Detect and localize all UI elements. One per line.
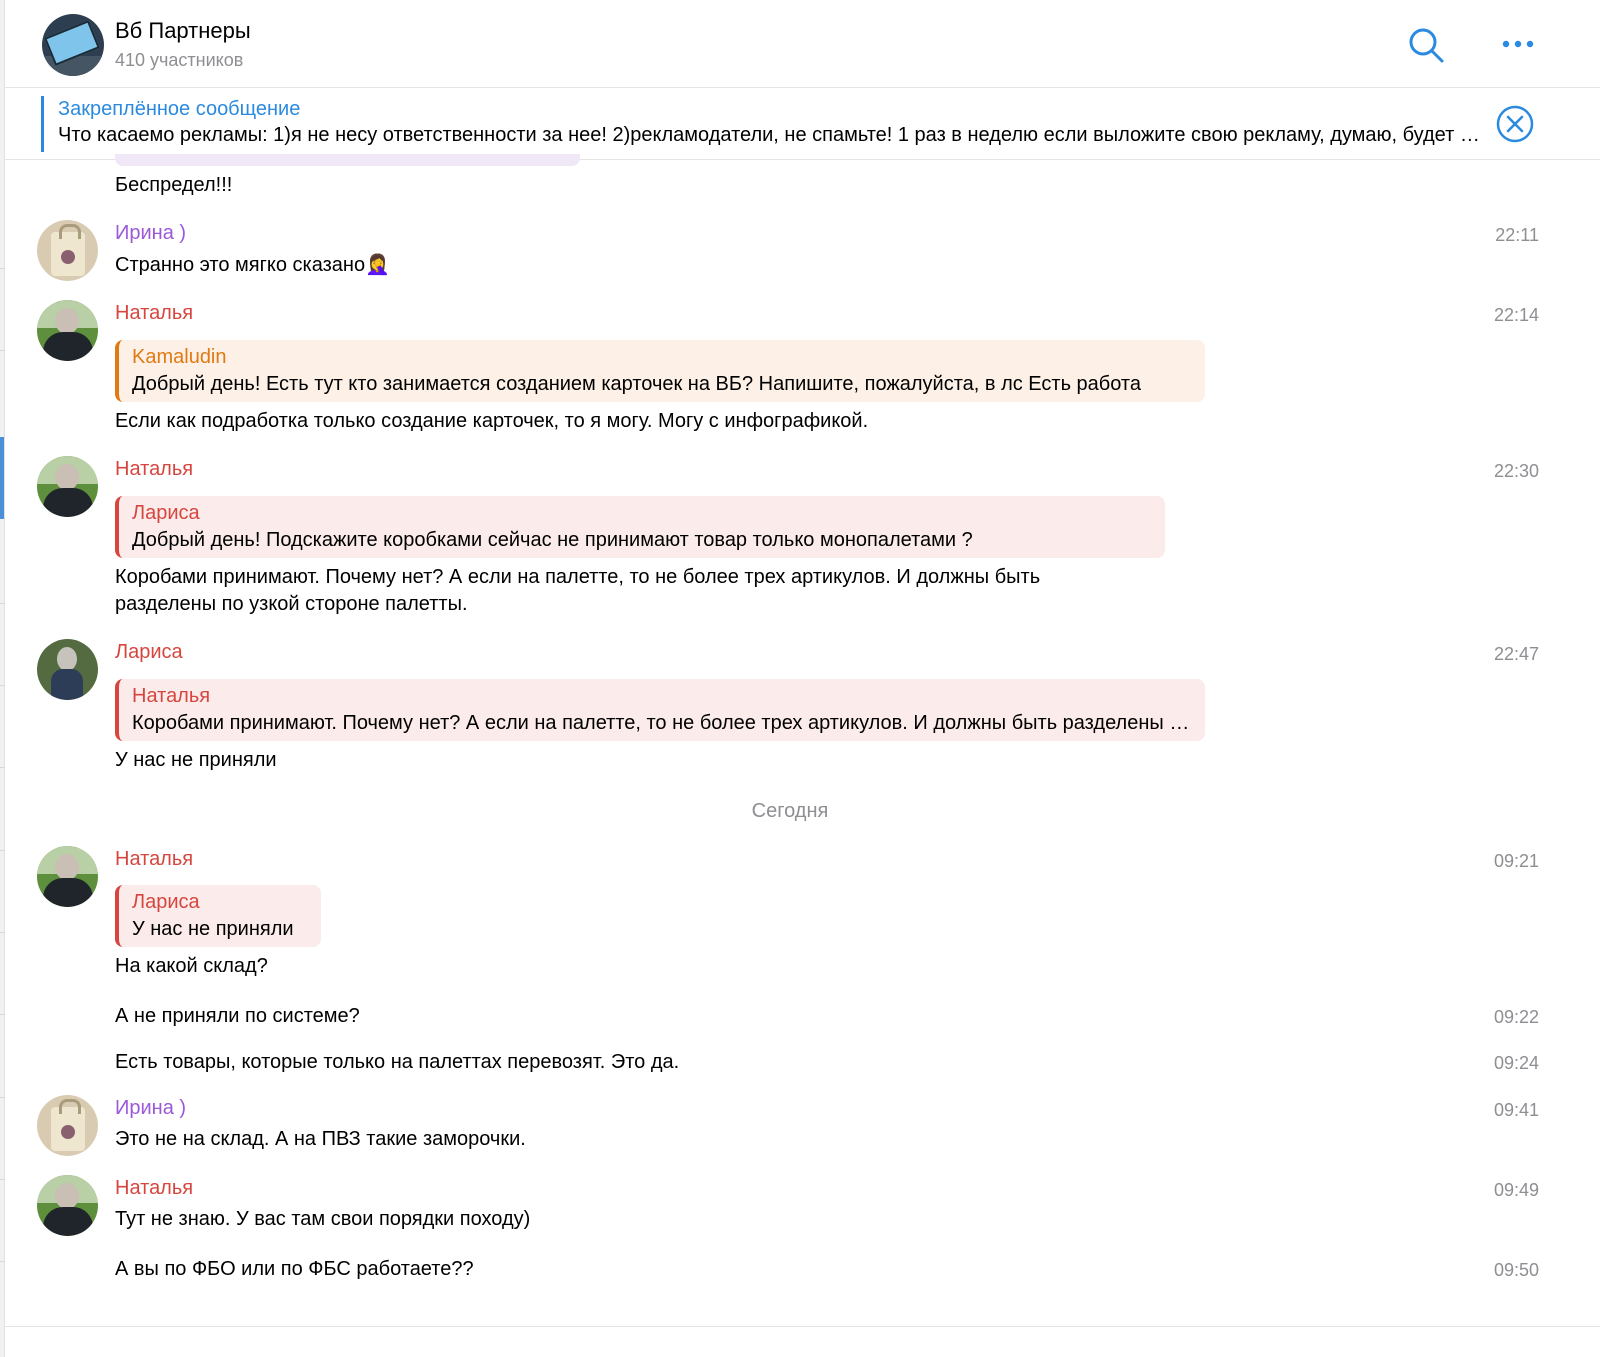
flower-graphic	[61, 1125, 75, 1139]
message-time: 09:22	[1493, 1007, 1539, 1027]
pinned-close-button[interactable]	[1495, 104, 1535, 144]
avatar[interactable]	[37, 639, 98, 700]
chat-list-divider	[0, 1261, 5, 1262]
avatar[interactable]	[37, 1175, 98, 1236]
reply-quote[interactable]: Kamaludin Добрый день! Есть тут кто зани…	[115, 340, 1205, 402]
message-author[interactable]: Наталья	[115, 458, 193, 481]
member-count[interactable]: 410 участников	[115, 50, 243, 71]
body-graphic	[43, 488, 93, 517]
reply-author: Лариса	[132, 502, 200, 524]
chat-list-divider	[0, 767, 5, 768]
avatar[interactable]	[37, 846, 98, 907]
message-text-line[interactable]: Коробами принимают. Почему нет? А если н…	[115, 564, 1040, 591]
message-time: 22:11	[1495, 225, 1539, 245]
body-graphic	[51, 669, 83, 700]
message-text[interactable]: Тут не знаю. У вас там свои порядки похо…	[115, 1206, 530, 1233]
message-text[interactable]: А вы по ФБО или по ФБС работаете??	[115, 1256, 474, 1283]
message-text[interactable]: На какой склад?	[115, 953, 268, 980]
pinned-message-bar[interactable]: Закреплённое сообщение Что касаемо рекла…	[5, 88, 1600, 160]
message-time: 22:30	[1493, 461, 1539, 481]
chat-list-divider	[0, 1014, 5, 1015]
message-text[interactable]: Есть товары, которые только на палеттах …	[115, 1049, 679, 1076]
flower-graphic	[61, 250, 75, 264]
reply-text: У нас не приняли	[132, 918, 294, 940]
more-icon	[1502, 40, 1534, 48]
avatar[interactable]	[37, 456, 98, 517]
body-graphic	[43, 1207, 93, 1236]
chat-header: Вб Партнеры 410 участников	[5, 0, 1600, 88]
reply-quote[interactable]: Лариса Добрый день! Подскажите коробками…	[115, 496, 1165, 558]
face-graphic	[57, 647, 77, 671]
message-time: 09:21	[1493, 851, 1539, 871]
message-text[interactable]: Если как подработка только создание карт…	[115, 408, 868, 435]
composer-divider	[5, 1326, 1600, 1327]
body-graphic	[43, 332, 93, 361]
chat-list-divider	[0, 603, 5, 604]
reply-author: Лариса	[132, 891, 200, 913]
avatar[interactable]	[37, 220, 98, 281]
message-time: 22:14	[1493, 305, 1539, 325]
message-author[interactable]: Наталья	[115, 1177, 193, 1200]
face-graphic	[55, 854, 79, 880]
message-text[interactable]: У нас не приняли	[115, 747, 277, 774]
pinned-title: Закреплённое сообщение	[58, 98, 301, 120]
close-circle-icon	[1496, 105, 1534, 143]
chat-list-divider	[0, 1179, 5, 1180]
message-time: 09:50	[1493, 1260, 1539, 1280]
reply-quote[interactable]: Наталья Коробами принимают. Почему нет? …	[115, 679, 1205, 741]
message-time: 22:47	[1493, 644, 1539, 664]
reply-author: Наталья	[132, 685, 211, 707]
pinned-text: Что касаемо рекламы: 1)я не несу ответст…	[58, 124, 1488, 146]
message-text[interactable]: А не приняли по системе?	[115, 1003, 360, 1030]
more-button[interactable]	[1497, 28, 1539, 60]
message-author[interactable]: Наталья	[115, 848, 193, 871]
chat-list-divider	[0, 850, 5, 851]
avatar[interactable]	[37, 1095, 98, 1156]
chat-list-edge	[0, 0, 5, 1357]
chat-list-divider	[0, 932, 5, 933]
reply-text: Добрый день! Подскажите коробками сейчас…	[132, 529, 973, 551]
chat-list-divider	[0, 350, 5, 351]
message-text[interactable]: Это не на склад. А на ПВЗ такие заморочк…	[115, 1126, 526, 1153]
chat-title[interactable]: Вб Партнеры	[115, 18, 251, 44]
active-chat-indicator	[0, 437, 4, 519]
date-separator: Сегодня	[751, 800, 829, 822]
message-text[interactable]: Странно это мягко сказано🤦‍♀️	[115, 252, 390, 279]
search-icon	[1409, 28, 1444, 63]
avatar[interactable]	[37, 300, 98, 361]
face-graphic	[55, 464, 79, 490]
pinned-accent-bar	[41, 96, 44, 152]
reply-quote[interactable]: Лариса У нас не приняли	[115, 885, 321, 947]
chat-list-divider	[0, 1097, 5, 1098]
face-graphic	[55, 1183, 79, 1209]
chat-list-divider	[0, 268, 5, 269]
message-text[interactable]: Беспредел!!!	[115, 172, 232, 199]
reply-text: Коробами принимают. Почему нет? А если н…	[132, 712, 1193, 734]
message-author[interactable]: Лариса	[115, 641, 183, 664]
message-time: 09:24	[1493, 1053, 1539, 1073]
message-time: 09:41	[1493, 1100, 1539, 1120]
message-author[interactable]: Ирина )	[115, 222, 186, 245]
cut-off-reply-quote	[115, 154, 580, 166]
message-time: 09:49	[1493, 1180, 1539, 1200]
body-graphic	[43, 878, 93, 907]
face-graphic	[55, 308, 79, 334]
group-avatar[interactable]	[42, 14, 104, 76]
chat-list-divider	[0, 685, 5, 686]
keyboard-graphic	[42, 56, 104, 76]
message-author[interactable]: Наталья	[115, 302, 193, 325]
search-button[interactable]	[1405, 24, 1447, 66]
message-author[interactable]: Ирина )	[115, 1097, 186, 1120]
reply-text: Добрый день! Есть тут кто занимается соз…	[132, 373, 1141, 395]
message-text-line[interactable]: разделены по узкой стороне палетты.	[115, 591, 468, 618]
reply-author: Kamaludin	[132, 346, 227, 368]
